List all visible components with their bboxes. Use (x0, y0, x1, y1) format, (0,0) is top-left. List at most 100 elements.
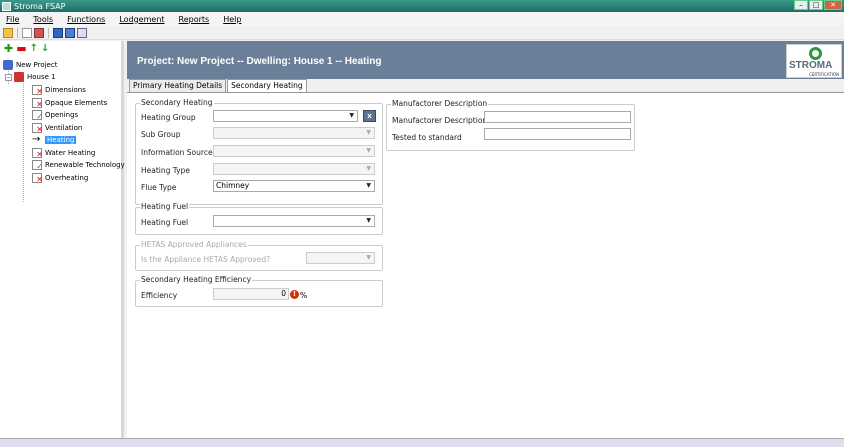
tree-item-dimensions[interactable]: ✕ Dimensions (32, 84, 86, 96)
tab-content: Secondary Heating Heating Group ▼ x Sub … (127, 92, 844, 438)
tree-item-overheating[interactable]: ✕ Overheating (32, 172, 88, 184)
page-icon: ✕ (32, 148, 43, 159)
collapse-icon[interactable]: – (5, 73, 12, 81)
logo-swirl-icon (809, 47, 822, 60)
tree-actions: ✚ ▬ ↑ ↓ (0, 41, 121, 57)
tree-item-label: Water Heating (45, 149, 96, 157)
new-document-icon[interactable] (22, 27, 32, 38)
tree-item-openings[interactable]: ✓ Openings (32, 109, 78, 121)
tested-to-standard-input[interactable] (484, 128, 631, 140)
group-title: Secondary Heating (140, 98, 214, 107)
error-icon: ✕ (36, 150, 43, 159)
copy-icon[interactable] (65, 27, 75, 38)
menu-tools[interactable]: Tools (33, 15, 53, 24)
tree-item-heating[interactable]: → Heating (32, 134, 77, 146)
grid-icon[interactable] (77, 27, 87, 38)
tree-item-label: Heating (45, 136, 77, 144)
chevron-down-icon: ▼ (349, 112, 354, 119)
chevron-down-icon: ▼ (366, 254, 371, 261)
menu-help[interactable]: Help (223, 15, 241, 24)
check-icon: ✓ (36, 162, 43, 171)
remove-icon[interactable]: ▬ (16, 43, 26, 54)
tab-strip: Primary Heating Details Secondary Heatin… (129, 79, 308, 93)
logo-subtitle: CERTIFICATION (809, 72, 839, 77)
tree-item-label: Ventilation (45, 124, 83, 132)
tree-item-label: Opaque Elements (45, 99, 108, 107)
logo-name: STROMA (789, 60, 833, 71)
close-button[interactable]: ✕ (824, 0, 842, 10)
page-icon: ✕ (32, 123, 43, 134)
clear-heating-group-button[interactable]: x (363, 110, 376, 122)
app-icon (2, 1, 11, 11)
heating-group-label: Heating Group (141, 113, 196, 122)
menu-lodgement[interactable]: Lodgement (119, 15, 164, 24)
tree-item-new-project[interactable]: New Project (3, 59, 57, 71)
book-icon[interactable] (34, 27, 44, 38)
hetas-approved-select[interactable]: ▼ (306, 252, 375, 264)
save-icon[interactable] (53, 27, 63, 38)
move-up-icon[interactable]: ↑ (30, 44, 38, 54)
tree-item-opaque-elements[interactable]: ✕ Opaque Elements (32, 97, 107, 109)
efficiency-input[interactable]: 0 (213, 288, 289, 300)
warning-icon: ! (290, 290, 299, 299)
maximize-button[interactable]: □ (809, 0, 823, 10)
menu-reports[interactable]: Reports (179, 15, 210, 24)
move-down-icon[interactable]: ↓ (41, 44, 49, 54)
tree-item-water-heating[interactable]: ✕ Water Heating (32, 147, 95, 159)
hetas-approved-label: Is the Appliance HETAS Approved? (141, 255, 271, 264)
group-title: Manufactorer Description (391, 99, 489, 108)
group-title: Secondary Heating Efficiency (140, 275, 253, 284)
toolbar-separator (48, 27, 49, 38)
tab-primary-heating[interactable]: Primary Heating Details (129, 79, 227, 92)
menu-file[interactable]: File (6, 15, 19, 24)
flue-type-value: Chimney (216, 181, 250, 190)
group-title: Heating Fuel (140, 202, 190, 211)
hetas-group: HETAS Approved Appliances Is the Applian… (135, 240, 383, 271)
toolbar-separator (17, 27, 18, 38)
chevron-down-icon: ▼ (366, 182, 371, 189)
error-icon: ✕ (36, 125, 43, 134)
group-title: HETAS Approved Appliances (140, 240, 248, 249)
window-controls: – □ ✕ (794, 0, 842, 10)
chevron-down-icon: ▼ (366, 147, 371, 154)
menu-bar: File Tools Functions Lodgement Reports H… (0, 12, 844, 26)
secondary-heating-group: Secondary Heating Heating Group ▼ x Sub … (135, 98, 383, 205)
tab-secondary-heating[interactable]: Secondary Heating (227, 79, 307, 93)
information-source-label: Information Source (141, 148, 213, 157)
heating-fuel-label: Heating Fuel (141, 218, 189, 227)
open-folder-icon[interactable] (3, 27, 13, 38)
heating-fuel-select[interactable]: ▼ (213, 215, 375, 227)
page-icon: ✓ (32, 160, 43, 171)
tree-item-house[interactable]: – House 1 (5, 71, 56, 83)
tree-item-renewable-technology[interactable]: ✓ Renewable Technology (32, 159, 125, 171)
manufacturer-description-input[interactable] (484, 111, 631, 123)
flue-type-select[interactable]: Chimney ▼ (213, 180, 375, 192)
page-icon: ✓ (32, 110, 43, 121)
page-header: Project: New Project -- Dwelling: House … (127, 41, 844, 79)
heating-group-select[interactable]: ▼ (213, 110, 358, 122)
window-title: Stroma FSAP (14, 1, 66, 11)
tree-item-ventilation[interactable]: ✕ Ventilation (32, 122, 82, 134)
chevron-down-icon: ▼ (366, 129, 371, 136)
tree-item-label: Dimensions (45, 86, 86, 94)
chevron-down-icon: ▼ (366, 217, 371, 224)
heating-type-label: Heating Type (141, 166, 190, 175)
house-icon (14, 72, 24, 82)
project-icon (3, 60, 13, 70)
page-icon: ✕ (32, 85, 43, 96)
manufacturer-description-group: Manufactorer Description Manufactorer De… (386, 99, 635, 151)
heating-type-select[interactable]: ▼ (213, 163, 375, 175)
minimize-button[interactable]: – (794, 0, 808, 10)
error-icon: ✕ (36, 87, 43, 96)
menu-functions[interactable]: Functions (67, 15, 105, 24)
stroma-logo: STROMA CERTIFICATION (786, 44, 842, 78)
sub-group-select[interactable]: ▼ (213, 127, 375, 139)
tree-item-label: House 1 (27, 73, 56, 81)
page-icon: ✕ (32, 173, 43, 184)
secondary-efficiency-group: Secondary Heating Efficiency Efficiency … (135, 275, 383, 307)
add-icon[interactable]: ✚ (4, 43, 13, 54)
efficiency-unit: % (300, 291, 308, 300)
information-source-select[interactable]: ▼ (213, 145, 375, 157)
sub-group-label: Sub Group (141, 130, 181, 139)
status-bar (0, 438, 844, 447)
